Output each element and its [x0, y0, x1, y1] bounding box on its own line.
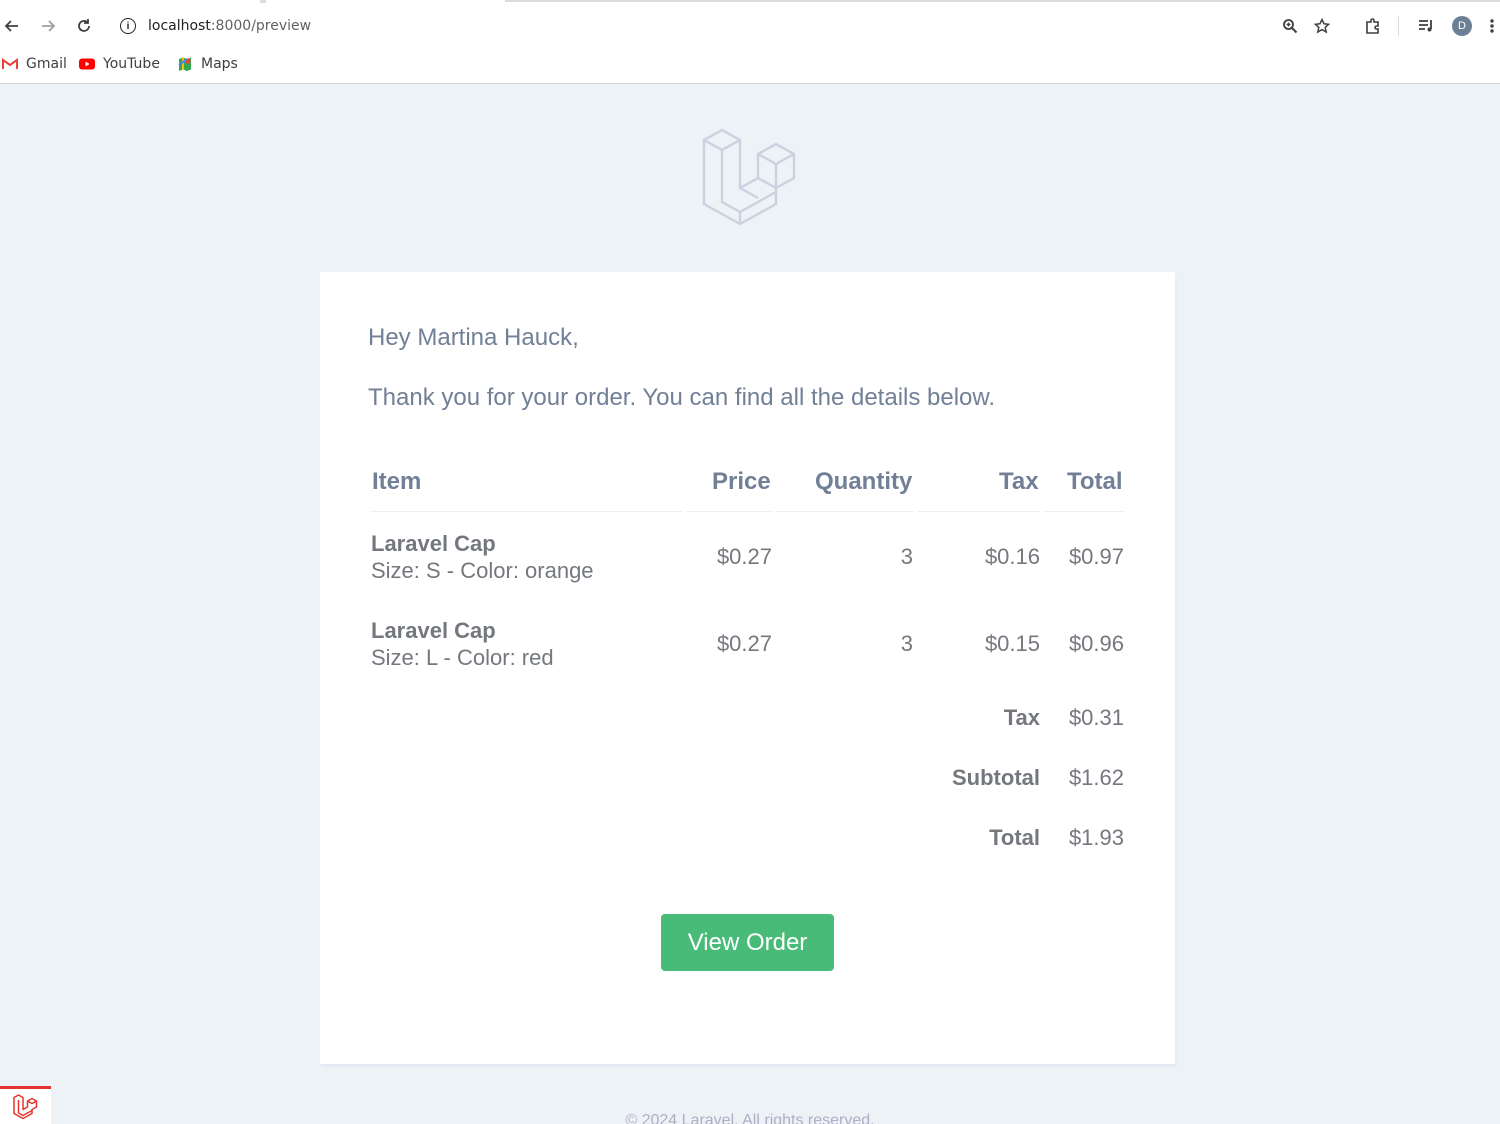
item-quantity: 3 — [900, 544, 913, 569]
back-arrow-icon[interactable] — [0, 14, 24, 38]
laravel-debug-tab[interactable] — [0, 1086, 51, 1124]
forward-arrow-icon[interactable] — [36, 14, 60, 38]
column-header-tax: Tax — [999, 468, 1039, 495]
zoom-icon[interactable] — [1278, 14, 1302, 38]
site-info-icon[interactable]: i — [120, 18, 136, 34]
item-total: $0.96 — [1068, 631, 1124, 656]
item-name: Laravel Cap — [371, 618, 496, 643]
header-divider — [687, 511, 772, 512]
url-host: localhost — [148, 18, 211, 34]
summary-tax-value: $0.31 — [1068, 705, 1124, 730]
tab-edge — [260, 0, 266, 3]
column-header-quantity: Quantity — [815, 468, 913, 495]
bookmark-label: Maps — [201, 56, 238, 72]
footer-copyright: © 2024 Laravel. All rights reserved. — [625, 1112, 875, 1124]
summary-total-label: Total — [989, 825, 1040, 850]
bookmarks-bar: Gmail YouTube Maps — [0, 44, 1500, 84]
reload-icon[interactable] — [72, 14, 96, 38]
summary-total-value: $1.93 — [1068, 825, 1124, 850]
email-card: Hey Martina Hauck, Thank you for your or… — [320, 272, 1175, 1064]
browser-toolbar: i localhost:8000/preview D — [0, 0, 1500, 44]
column-header-total: Total — [1067, 468, 1123, 495]
youtube-icon — [79, 57, 95, 71]
item-name: Laravel Cap — [371, 531, 496, 556]
toolbar-divider — [1398, 16, 1399, 36]
tab-strip-edge — [505, 0, 1500, 2]
menu-dots-icon[interactable] — [1485, 14, 1499, 38]
bookmark-gmail[interactable]: Gmail — [2, 54, 67, 74]
bookmark-label: Gmail — [26, 56, 67, 72]
gmail-icon — [2, 57, 18, 71]
star-icon[interactable] — [1310, 14, 1334, 38]
greeting-text: Hey Martina Hauck, — [368, 324, 579, 351]
bookmark-label: YouTube — [103, 56, 160, 72]
maps-icon — [177, 57, 193, 71]
header-divider — [775, 511, 913, 512]
laravel-logo-icon — [12, 1093, 37, 1119]
bookmark-maps[interactable]: Maps — [177, 54, 238, 74]
summary-subtotal-value: $1.62 — [1068, 765, 1124, 790]
media-icon[interactable] — [1414, 14, 1438, 38]
view-order-button[interactable]: View Order — [661, 914, 834, 971]
column-header-item: Item — [372, 468, 422, 495]
address-bar[interactable]: i localhost:8000/preview — [110, 9, 1340, 43]
laravel-logo-icon — [702, 128, 796, 226]
url-text[interactable]: localhost:8000/preview — [148, 18, 311, 34]
header-divider — [370, 511, 683, 512]
item-price: $0.27 — [716, 544, 772, 569]
header-divider — [1044, 511, 1125, 512]
item-total: $0.97 — [1068, 544, 1124, 569]
avatar[interactable]: D — [1452, 16, 1472, 36]
summary-subtotal-label: Subtotal — [952, 765, 1040, 790]
item-variant: Size: S - Color: orange — [371, 558, 594, 583]
bookmark-youtube[interactable]: YouTube — [79, 54, 160, 74]
intro-text: Thank you for your order. You can find a… — [368, 384, 996, 411]
header-divider — [917, 511, 1040, 512]
item-price: $0.27 — [716, 631, 772, 656]
extensions-icon[interactable] — [1361, 14, 1385, 38]
column-header-price: Price — [712, 468, 771, 495]
item-variant: Size: L - Color: red — [371, 645, 554, 670]
url-path: :8000/preview — [210, 18, 312, 34]
summary-tax-label: Tax — [1003, 705, 1040, 730]
item-quantity: 3 — [900, 631, 913, 656]
